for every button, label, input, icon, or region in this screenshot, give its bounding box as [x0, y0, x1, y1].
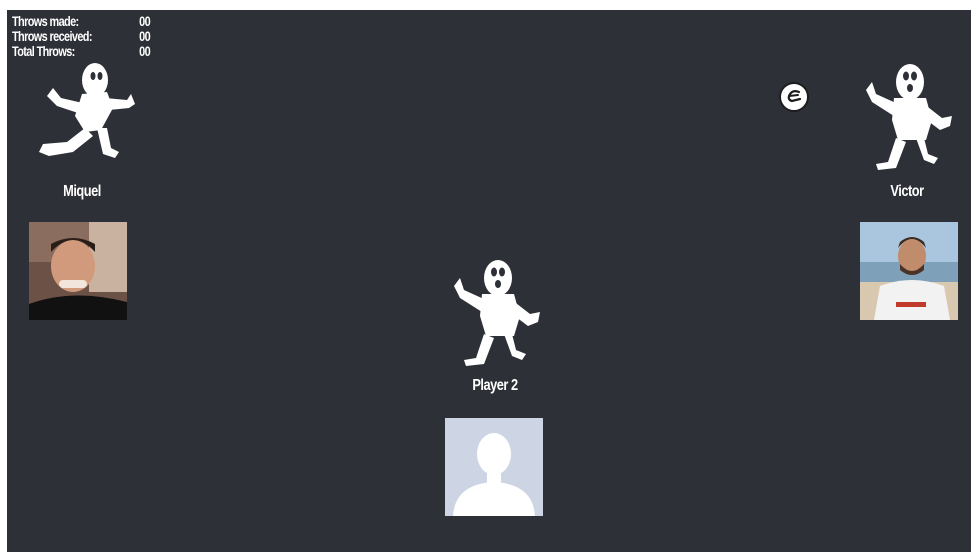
stat-value: 00 — [139, 13, 151, 29]
waving-person-icon — [866, 64, 952, 170]
default-avatar-icon — [445, 418, 543, 516]
stat-label: Throws received: — [12, 28, 92, 44]
player-name: Player 2 — [472, 377, 518, 394]
player-name: Miquel — [63, 183, 101, 200]
ball-icon — [779, 82, 809, 112]
stat-throws-made: Throws made: 00 — [12, 13, 151, 29]
stat-label: Throws made: — [12, 13, 79, 29]
avatar — [860, 222, 958, 320]
game-stage: Throws made: 00 Throws received: 00 Tota… — [7, 10, 971, 552]
stat-value: 00 — [139, 43, 151, 59]
avatar — [29, 222, 127, 320]
stat-throws-received: Throws received: 00 — [12, 28, 151, 44]
player-name: Victor — [890, 183, 924, 200]
waving-person-icon — [454, 260, 540, 366]
stat-value: 00 — [139, 28, 151, 44]
stat-label: Total Throws: — [12, 43, 75, 59]
running-person-icon — [39, 63, 135, 158]
stat-total-throws: Total Throws: 00 — [12, 43, 151, 59]
stats-panel: Throws made: 00 Throws received: 00 Tota… — [12, 13, 151, 59]
